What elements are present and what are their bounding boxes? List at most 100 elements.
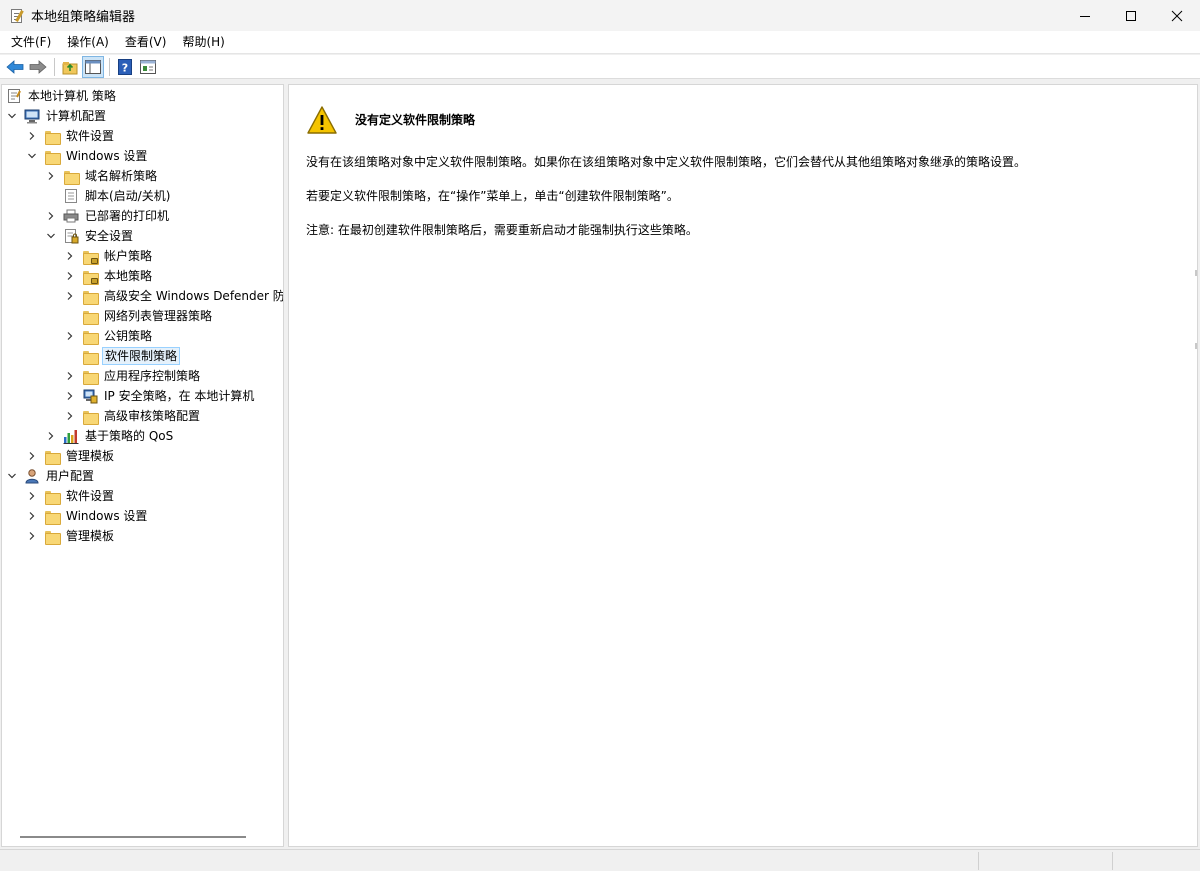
chevron-right-icon[interactable] (45, 206, 57, 226)
ip-security-icon (82, 388, 98, 404)
forward-arrow-icon (29, 59, 47, 74)
policy-editor-icon (9, 8, 25, 24)
folder-icon (82, 368, 99, 385)
chevron-right-icon[interactable] (64, 366, 76, 386)
folder-icon (44, 488, 61, 505)
tree-label: 已部署的打印机 (85, 209, 170, 223)
tree-item-computer-config[interactable]: 计算机配置 (6, 106, 108, 126)
chevron-right-icon[interactable] (64, 386, 76, 406)
chevron-down-icon[interactable] (45, 226, 57, 246)
folder-icon (44, 508, 61, 525)
tree-item-name-resolution[interactable]: 域名解析策略 (45, 166, 159, 186)
tree-item-windows-settings[interactable]: Windows 设置 (26, 146, 149, 166)
minimize-button[interactable] (1062, 0, 1108, 31)
tree-item-software-restriction[interactable]: 软件限制策略 (64, 346, 181, 366)
help-icon: ? (118, 58, 132, 75)
menu-help[interactable]: 帮助(H) (174, 31, 232, 54)
content-paragraph-2: 若要定义软件限制策略，在“操作”菜单上，单击“创建软件限制策略”。 (306, 189, 679, 203)
chevron-right-icon[interactable] (26, 126, 38, 146)
chevron-right-icon[interactable] (64, 286, 76, 306)
menu-action[interactable]: 操作(A) (59, 31, 117, 54)
tree-label: 安全设置 (85, 229, 134, 243)
tree-item-ipsec[interactable]: IP 安全策略，在 本地计算机 (64, 386, 256, 406)
status-divider (978, 852, 979, 870)
folder-icon (82, 328, 99, 345)
printer-icon (63, 208, 79, 224)
tree-item-public-key[interactable]: 公钥策略 (64, 326, 154, 346)
status-divider (1112, 852, 1113, 870)
tree-item-printers[interactable]: 已部署的打印机 (45, 206, 171, 226)
chevron-right-icon[interactable] (64, 246, 76, 266)
tree-item-firewall[interactable]: 高级安全 Windows Defender 防 (64, 286, 283, 306)
maximize-button[interactable] (1108, 0, 1154, 31)
forward-button[interactable] (27, 56, 49, 78)
tree-item-software-settings[interactable]: 软件设置 (26, 126, 116, 146)
security-settings-icon (63, 228, 79, 244)
chevron-right-icon[interactable] (64, 266, 76, 286)
window-title: 本地组策略编辑器 (31, 10, 136, 25)
help-button[interactable]: ? (114, 56, 136, 78)
tree-item-admin-templates[interactable]: 管理模板 (26, 446, 116, 466)
chevron-down-icon[interactable] (6, 106, 18, 126)
tree-item-account-policies[interactable]: 帐户策略 (64, 246, 154, 266)
folder-lock-icon (82, 268, 99, 285)
chevron-right-icon[interactable] (64, 406, 76, 426)
folder-icon (82, 288, 99, 305)
chevron-right-icon[interactable] (45, 166, 57, 186)
tree-label: 本地策略 (104, 269, 153, 283)
tree-label: 脚本(启动/关机) (85, 189, 171, 203)
tree-item-network-list[interactable]: 网络列表管理器策略 (64, 306, 214, 326)
tree-item-user-windows-settings[interactable]: Windows 设置 (26, 506, 149, 526)
tree-item-root[interactable]: 本地计算机 策略 (6, 86, 118, 106)
show-hide-tree-button[interactable] (82, 55, 104, 78)
chevron-right-icon[interactable] (26, 526, 38, 546)
pane-splitter-mark (1195, 270, 1197, 276)
toolbar-separator (109, 57, 110, 76)
folder-icon (63, 168, 80, 185)
tree-pane[interactable]: 本地计算机 策略 计算机配置 软件设置 Windows 设置 域名解析策略 脚本… (1, 84, 284, 847)
chevron-right-icon[interactable] (26, 486, 38, 506)
content-pane: 没有定义软件限制策略 没有在该组策略对象中定义软件限制策略。如果你在该组策略对象… (288, 84, 1198, 847)
tree-label-selected: 软件限制策略 (102, 347, 181, 365)
tree-label: 计算机配置 (46, 109, 107, 123)
menu-bar: 文件(F) 操作(A) 查看(V) 帮助(H) (0, 31, 1200, 54)
tree-item-security-settings[interactable]: 安全设置 (45, 226, 135, 246)
folder-icon (44, 128, 61, 145)
bar-chart-icon (63, 428, 79, 444)
chevron-right-icon[interactable] (45, 426, 57, 446)
folder-icon (82, 408, 99, 425)
tree-label: 软件设置 (66, 129, 115, 143)
chevron-right-icon[interactable] (26, 446, 38, 466)
tree-item-scripts[interactable]: 脚本(启动/关机) (45, 186, 172, 206)
chevron-right-icon[interactable] (64, 326, 76, 346)
chevron-down-icon[interactable] (26, 146, 38, 166)
tree-item-user-software-settings[interactable]: 软件设置 (26, 486, 116, 506)
back-button[interactable] (4, 56, 26, 78)
maximize-icon (1126, 10, 1136, 21)
folder-icon (82, 348, 99, 365)
tree-item-app-control[interactable]: 应用程序控制策略 (64, 366, 202, 386)
show-hide-tree-icon (85, 59, 101, 74)
menu-file[interactable]: 文件(F) (3, 31, 59, 54)
tree-label: 管理模板 (66, 529, 115, 543)
horizontal-scrollbar[interactable] (20, 836, 246, 838)
tree-item-qos[interactable]: 基于策略的 QoS (45, 426, 175, 446)
tree-item-user-config[interactable]: 用户配置 (6, 466, 96, 486)
tree-label: Windows 设置 (66, 509, 148, 523)
user-icon (24, 468, 40, 484)
policy-document-icon (6, 88, 22, 104)
tree-item-local-policies[interactable]: 本地策略 (64, 266, 154, 286)
tree-item-user-admin-templates[interactable]: 管理模板 (26, 526, 116, 546)
folder-lock-icon (82, 248, 99, 265)
status-bar (0, 849, 1200, 871)
properties-pane-button[interactable] (137, 56, 159, 78)
back-arrow-icon (6, 59, 24, 74)
content-paragraph-1: 没有在该组策略对象中定义软件限制策略。如果你在该组策略对象中定义软件限制策略，它… (306, 155, 1027, 169)
menu-view[interactable]: 查看(V) (117, 31, 175, 54)
chevron-down-icon[interactable] (6, 466, 18, 486)
up-level-button[interactable] (59, 56, 81, 78)
tree-item-audit[interactable]: 高级审核策略配置 (64, 406, 202, 426)
chevron-right-icon[interactable] (26, 506, 38, 526)
folder-icon (44, 448, 61, 465)
close-button[interactable] (1154, 0, 1200, 31)
